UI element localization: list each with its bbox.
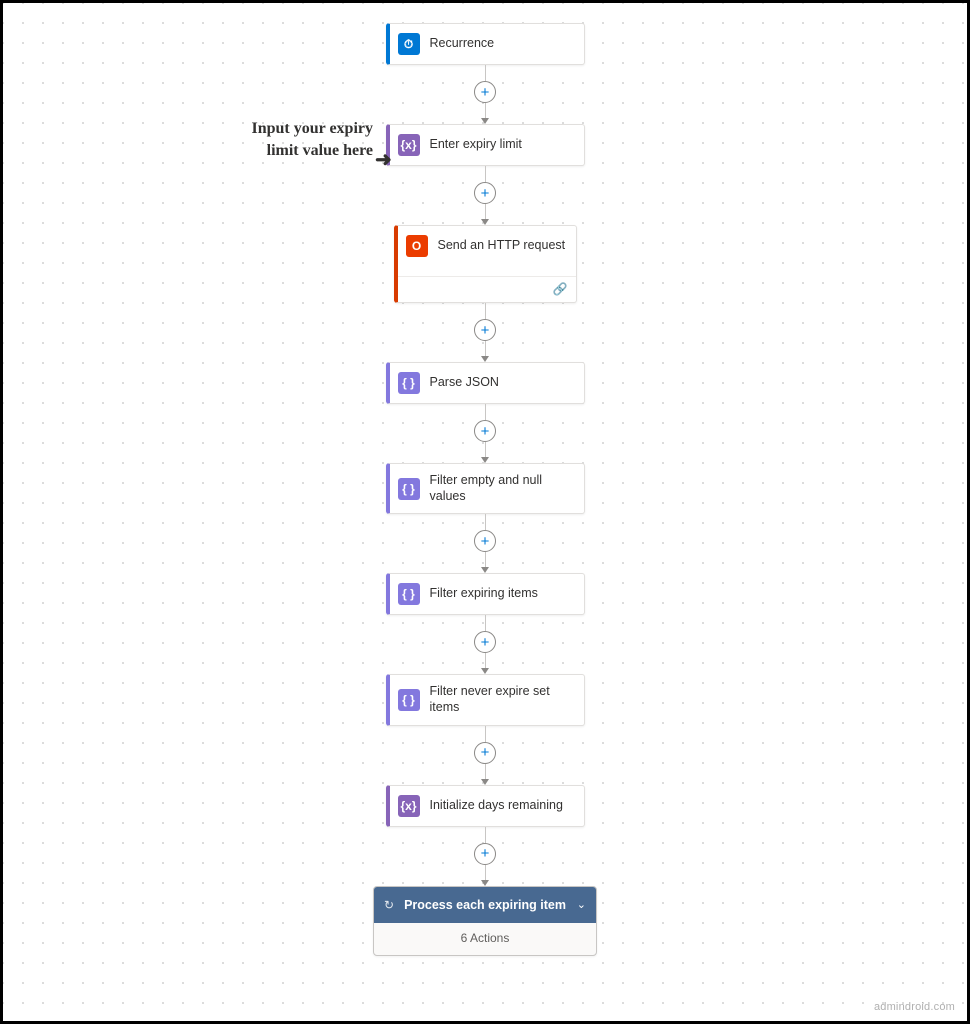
foreach-actions-count: 6 Actions — [374, 923, 596, 955]
add-step-button[interactable]: + — [474, 182, 496, 204]
step-label: Filter empty and null values — [430, 473, 576, 504]
watermark: admindroid.com — [874, 1001, 955, 1013]
variable-icon: {x} — [398, 795, 420, 817]
variable-icon: {x} — [398, 134, 420, 156]
step-label: Enter expiry limit — [430, 137, 522, 153]
add-step-button[interactable]: + — [474, 420, 496, 442]
braces-icon: { } — [398, 689, 420, 711]
step-label: Recurrence — [430, 36, 495, 52]
link-icon: 🔗 — [553, 282, 568, 296]
connector: + — [474, 615, 496, 674]
step-label: Parse JSON — [430, 375, 499, 391]
braces-icon: { } — [398, 583, 420, 605]
step-filter-expiring-items[interactable]: { } Filter expiring items — [386, 573, 585, 615]
connector: + — [474, 303, 496, 362]
arrow-down-icon — [481, 779, 489, 785]
add-step-button[interactable]: + — [474, 319, 496, 341]
step-label: Send an HTTP request — [438, 238, 566, 254]
step-label: Filter expiring items — [430, 586, 538, 602]
connector: + — [474, 65, 496, 124]
connector: + — [474, 166, 496, 225]
clock-icon: ⏱ — [398, 33, 420, 55]
arrow-down-icon — [481, 880, 489, 886]
connector: + — [474, 827, 496, 886]
step-filter-empty-null[interactable]: { } Filter empty and null values — [386, 463, 585, 514]
braces-icon: { } — [398, 372, 420, 394]
add-step-button[interactable]: + — [474, 81, 496, 103]
annotation-text: Input your expiry limit value here — [233, 118, 373, 161]
loop-icon: ↻ — [384, 898, 394, 912]
flow-canvas: ⏱ Recurrence + {x} Enter expiry limit + … — [3, 3, 967, 956]
arrow-right-icon: ➜ — [375, 147, 392, 172]
braces-icon: { } — [398, 478, 420, 500]
connector: + — [474, 404, 496, 463]
step-send-http-request[interactable]: O Send an HTTP request 🔗 — [394, 225, 577, 303]
connector: + — [474, 726, 496, 785]
step-label: Initialize days remaining — [430, 798, 563, 814]
step-filter-never-expire[interactable]: { } Filter never expire set items — [386, 674, 585, 725]
add-step-button[interactable]: + — [474, 631, 496, 653]
add-step-button[interactable]: + — [474, 530, 496, 552]
step-initialize-days-remaining[interactable]: {x} Initialize days remaining — [386, 785, 585, 827]
connector: + — [474, 514, 496, 573]
foreach-label: Process each expiring item — [404, 897, 567, 913]
step-enter-expiry-limit[interactable]: {x} Enter expiry limit — [386, 124, 585, 166]
chevron-down-icon[interactable]: ⌄ — [577, 898, 586, 911]
step-recurrence[interactable]: ⏱ Recurrence — [386, 23, 585, 65]
foreach-process-each-expiring-item[interactable]: ↻ Process each expiring item ⌄ 6 Actions — [373, 886, 597, 956]
step-parse-json[interactable]: { } Parse JSON — [386, 362, 585, 404]
add-step-button[interactable]: + — [474, 742, 496, 764]
step-label: Filter never expire set items — [430, 684, 576, 715]
office-icon: O — [406, 235, 428, 257]
add-step-button[interactable]: + — [474, 843, 496, 865]
